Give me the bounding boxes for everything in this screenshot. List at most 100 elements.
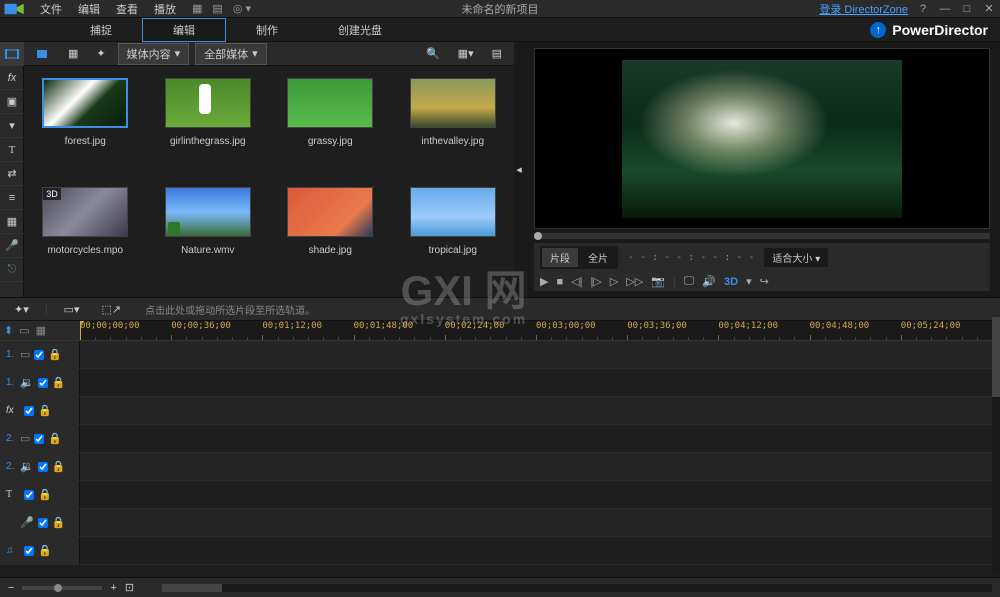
mode-edit[interactable]: 编辑 — [142, 18, 226, 42]
track-lane[interactable] — [80, 397, 1000, 424]
tool-chapter-icon[interactable]: ▦ — [0, 210, 24, 234]
media-item[interactable]: grassy.jpg — [279, 78, 382, 177]
minimize-button[interactable]: — — [938, 2, 952, 16]
ruler-mode-2-icon[interactable]: ▭ — [19, 324, 29, 337]
track-visibility-checkbox[interactable] — [38, 518, 48, 528]
view-icon[interactable]: ▦▾ — [452, 45, 480, 62]
media-item[interactable]: Nature.wmv — [157, 187, 260, 286]
track-lane[interactable] — [80, 369, 1000, 396]
tl-tool-1[interactable]: ✦▾ — [8, 301, 35, 318]
tool-fx-icon[interactable]: fx — [0, 66, 24, 90]
track-header[interactable]: 2.▭🔒 — [0, 425, 80, 452]
popout-button[interactable]: ↪ — [760, 275, 769, 288]
media-thumbnail[interactable] — [287, 78, 373, 128]
track-header[interactable]: 🎤🔒 — [0, 509, 80, 536]
media-item[interactable]: inthevalley.jpg — [402, 78, 505, 177]
media-item[interactable]: 3Dmotorcycles.mpo — [34, 187, 137, 286]
fit-dropdown[interactable]: 适合大小 ▾ — [764, 248, 828, 267]
track-visibility-checkbox[interactable] — [24, 490, 34, 500]
tool-title-icon[interactable]: T — [0, 138, 24, 162]
h-scrollbar[interactable] — [162, 584, 992, 592]
track-lock-icon[interactable]: 🔒 — [52, 516, 66, 529]
mode-produce[interactable]: 制作 — [226, 19, 308, 41]
scrub-handle[interactable] — [534, 232, 542, 240]
zoom-handle[interactable] — [54, 584, 62, 592]
seg-full-button[interactable]: 全片 — [580, 248, 616, 267]
mode-capture[interactable]: 捕捉 — [60, 19, 142, 41]
dropdown-icon[interactable]: ▾ — [746, 275, 752, 288]
panel-collapse-handle[interactable]: ◂ — [514, 42, 524, 297]
brand-up-icon[interactable]: ↑ — [870, 22, 886, 38]
media-item[interactable]: shade.jpg — [279, 187, 382, 286]
next-frame-button[interactable]: |▷ — [590, 275, 601, 288]
ruler-mode-1-icon[interactable]: ⬍ — [4, 324, 13, 337]
track-lock-icon[interactable]: 🔒 — [48, 348, 62, 361]
track-lane[interactable] — [80, 481, 1000, 508]
import-icon[interactable] — [30, 45, 56, 63]
tl-tool-2[interactable]: ▭▾ — [58, 301, 86, 318]
track-lane[interactable] — [80, 509, 1000, 536]
menu-icon[interactable]: ▤ — [486, 45, 508, 62]
track-header[interactable]: fx🔒 — [0, 397, 80, 424]
track-visibility-checkbox[interactable] — [24, 406, 34, 416]
track-header[interactable]: T🔒 — [0, 481, 80, 508]
media-item[interactable]: forest.jpg — [34, 78, 137, 177]
help-button[interactable]: ? — [916, 2, 930, 16]
zoom-out-icon[interactable]: − — [8, 582, 14, 594]
snapshot-button[interactable]: 📷 — [651, 275, 665, 288]
v-scrollbar[interactable] — [992, 317, 1000, 573]
track-lock-icon[interactable]: 🔒 — [52, 460, 66, 473]
fit-timeline-icon[interactable]: ⊡ — [125, 581, 134, 594]
tool-media-icon[interactable] — [0, 42, 24, 66]
v-scroll-thumb[interactable] — [992, 317, 1000, 397]
maximize-button[interactable]: □ — [960, 2, 974, 16]
content-dropdown[interactable]: 媒体内容 ▾ — [118, 43, 190, 65]
qi-icon-3[interactable]: ◎ ▾ — [233, 2, 251, 15]
tool-subtitle-icon[interactable]: 🎤 — [0, 234, 24, 258]
track-lock-icon[interactable]: 🔒 — [38, 404, 52, 417]
track-visibility-checkbox[interactable] — [34, 350, 44, 360]
time-ruler[interactable]: 00;00;00;0000;00;36;0000;01;12;0000;01;4… — [80, 321, 1000, 340]
filter-dropdown[interactable]: 全部媒体 ▾ — [195, 43, 267, 65]
media-thumbnail[interactable] — [410, 187, 496, 237]
prev-frame-button[interactable]: ◁| — [571, 275, 582, 288]
stop-button[interactable]: ■ — [556, 276, 563, 288]
track-header[interactable]: 1.🔉🔒 — [0, 369, 80, 396]
tl-tool-3[interactable]: ⬚↗ — [96, 301, 128, 318]
track-lock-icon[interactable]: 🔒 — [52, 376, 66, 389]
3d-button[interactable]: 3D — [724, 276, 738, 288]
display-button[interactable]: 🖵 — [684, 275, 695, 288]
tb-icon-3[interactable]: ✦ — [90, 45, 111, 62]
media-item[interactable]: girlinthegrass.jpg — [157, 78, 260, 177]
track-header[interactable]: 1.▭🔒 — [0, 341, 80, 368]
track-visibility-checkbox[interactable] — [34, 434, 44, 444]
track-header[interactable]: ♫🔒 — [0, 537, 80, 564]
track-visibility-checkbox[interactable] — [38, 462, 48, 472]
playhead[interactable] — [80, 321, 81, 340]
track-header[interactable]: 2.🔉🔒 — [0, 453, 80, 480]
track-lane[interactable] — [80, 341, 1000, 368]
close-button[interactable]: ✕ — [982, 2, 996, 16]
media-thumbnail[interactable] — [165, 187, 251, 237]
tool-audio-icon[interactable]: ≡ — [0, 186, 24, 210]
h-scroll-thumb[interactable] — [162, 584, 222, 592]
media-thumbnail[interactable]: 3D — [42, 187, 128, 237]
mode-disc[interactable]: 创建光盘 — [308, 19, 412, 41]
track-lock-icon[interactable]: 🔒 — [38, 544, 52, 557]
play-button[interactable]: ▶ — [540, 275, 548, 288]
directorzone-link[interactable]: 登录 DirectorZone — [819, 1, 908, 17]
track-lane[interactable] — [80, 425, 1000, 452]
tb-icon-2[interactable]: ▦ — [62, 45, 84, 62]
menu-file[interactable]: 文件 — [32, 1, 70, 17]
track-lock-icon[interactable]: 🔒 — [38, 488, 52, 501]
media-item[interactable]: tropical.jpg — [402, 187, 505, 286]
seg-clip-button[interactable]: 片段 — [542, 248, 578, 267]
qi-icon-1[interactable]: ▦ — [192, 2, 202, 15]
qi-icon-2[interactable]: ▤ — [212, 2, 222, 15]
menu-edit[interactable]: 编辑 — [70, 1, 108, 17]
scrub-bar[interactable] — [534, 233, 990, 239]
track-lane[interactable] — [80, 453, 1000, 480]
tool-pip-icon[interactable]: ▣ — [0, 90, 24, 114]
volume-button[interactable]: 🔊 — [702, 275, 716, 288]
zoom-slider[interactable] — [22, 586, 102, 590]
